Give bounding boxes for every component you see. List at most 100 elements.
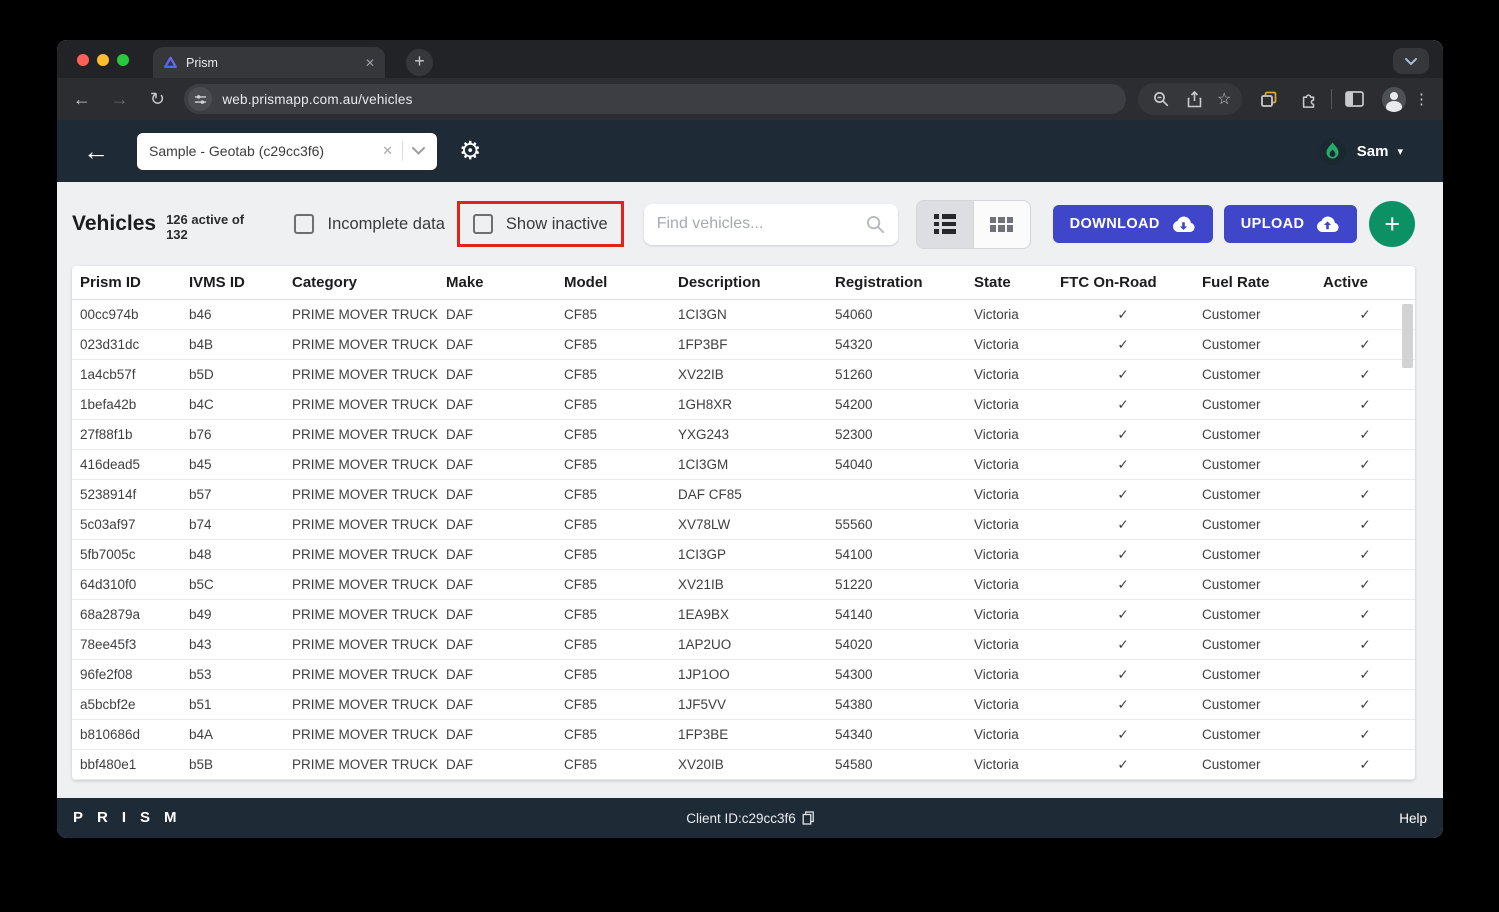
user-menu[interactable]: Sam ▾ [1319, 138, 1403, 165]
table-scrollbar[interactable] [1402, 304, 1413, 368]
column-header-active[interactable]: Active [1315, 266, 1415, 299]
browser-tab-prism[interactable]: Prism ✕ [153, 47, 385, 78]
cell-fuel_rate: Customer [1194, 420, 1315, 449]
cell-state: Victoria [966, 540, 1052, 569]
upload-button[interactable]: UPLOAD [1224, 205, 1358, 243]
table-row[interactable]: 5fb7005cb48PRIME MOVER TRUCKDAFCF851CI3G… [72, 540, 1415, 570]
extensions-puzzle-icon[interactable] [1297, 87, 1321, 111]
address-bar[interactable]: web.prismapp.com.au/vehicles [184, 84, 1126, 114]
table-body: 00cc974bb46PRIME MOVER TRUCKDAFCF851CI3G… [72, 300, 1415, 780]
app-back-icon[interactable]: ← [83, 138, 109, 164]
show-inactive-checkbox[interactable] [473, 214, 493, 234]
selector-chevron-icon[interactable] [412, 147, 425, 155]
column-header-model[interactable]: Model [556, 266, 670, 299]
table-row[interactable]: 96fe2f08b53PRIME MOVER TRUCKDAFCF851JP1O… [72, 660, 1415, 690]
table-row[interactable]: 64d310f0b5CPRIME MOVER TRUCKDAFCF85XV21I… [72, 570, 1415, 600]
table-row[interactable]: b810686db4APRIME MOVER TRUCKDAFCF851FP3B… [72, 720, 1415, 750]
table-row[interactable]: 68a2879ab49PRIME MOVER TRUCKDAFCF851EA9B… [72, 600, 1415, 630]
close-window-button[interactable] [77, 54, 89, 66]
cell-registration: 54020 [827, 630, 966, 659]
zoom-icon[interactable] [1149, 87, 1173, 111]
column-header-state[interactable]: State [966, 266, 1052, 299]
cell-category: PRIME MOVER TRUCK [284, 540, 438, 569]
new-tab-button[interactable]: + [406, 49, 433, 76]
column-header-ivms_id[interactable]: IVMS ID [181, 266, 284, 299]
grid-view-button[interactable] [974, 201, 1030, 248]
cell-fuel_rate: Customer [1194, 450, 1315, 479]
cell-fuel_rate: Customer [1194, 570, 1315, 599]
side-panel-icon[interactable] [1342, 87, 1366, 111]
tab-close-icon[interactable]: ✕ [365, 56, 375, 70]
brand-letter: P [73, 809, 83, 826]
column-header-ftc_on_road[interactable]: FTC On-Road [1052, 266, 1194, 299]
copy-icon[interactable] [802, 811, 814, 825]
column-header-prism_id[interactable]: Prism ID [72, 266, 181, 299]
incomplete-data-checkbox-group[interactable]: Incomplete data [294, 214, 444, 234]
forward-icon[interactable]: → [107, 89, 133, 110]
table-row[interactable]: 78ee45f3b43PRIME MOVER TRUCKDAFCF851AP2U… [72, 630, 1415, 660]
back-icon[interactable]: ← [69, 89, 95, 110]
table-row[interactable]: 5238914fb57PRIME MOVER TRUCKDAFCF85DAF C… [72, 480, 1415, 510]
cell-prism_id: 96fe2f08 [72, 660, 181, 689]
upload-label: UPLOAD [1241, 216, 1305, 232]
tab-organize-icon[interactable] [1258, 87, 1282, 111]
column-header-registration[interactable]: Registration [827, 266, 966, 299]
cell-model: CF85 [556, 600, 670, 629]
cell-ivms_id: b5B [181, 750, 284, 779]
cell-category: PRIME MOVER TRUCK [284, 720, 438, 749]
cell-fuel_rate: Customer [1194, 600, 1315, 629]
table-row[interactable]: a5bcbf2eb51PRIME MOVER TRUCKDAFCF851JF5V… [72, 690, 1415, 720]
cell-state: Victoria [966, 390, 1052, 419]
cell-registration: 52300 [827, 420, 966, 449]
table-row[interactable]: 5c03af97b74PRIME MOVER TRUCKDAFCF85XV78L… [72, 510, 1415, 540]
share-icon[interactable] [1183, 87, 1207, 111]
cell-registration: 54380 [827, 690, 966, 719]
column-header-fuel_rate[interactable]: Fuel Rate [1194, 266, 1315, 299]
client-selector[interactable]: Sample - Geotab (c29cc3f6) ✕ [137, 133, 437, 170]
cell-prism_id: 5fb7005c [72, 540, 181, 569]
settings-gear-icon[interactable]: ⚙ [459, 136, 481, 166]
add-vehicle-button[interactable]: + [1369, 201, 1415, 247]
cell-model: CF85 [556, 720, 670, 749]
cell-ivms_id: b43 [181, 630, 284, 659]
table-row[interactable]: 023d31dcb4BPRIME MOVER TRUCKDAFCF851FP3B… [72, 330, 1415, 360]
table-row[interactable]: 1befa42bb4CPRIME MOVER TRUCKDAFCF851GH8X… [72, 390, 1415, 420]
table-row[interactable]: 00cc974bb46PRIME MOVER TRUCKDAFCF851CI3G… [72, 300, 1415, 330]
clear-selection-icon[interactable]: ✕ [382, 143, 393, 159]
column-header-description[interactable]: Description [670, 266, 827, 299]
cell-prism_id: 64d310f0 [72, 570, 181, 599]
client-id-text: Client ID:c29cc3f6 [686, 811, 796, 826]
cell-make: DAF [438, 570, 556, 599]
table-row[interactable]: bbf480e1b5BPRIME MOVER TRUCKDAFCF85XV20I… [72, 750, 1415, 780]
reload-icon[interactable]: ↻ [145, 89, 171, 110]
cell-state: Victoria [966, 360, 1052, 389]
vehicle-search[interactable] [644, 204, 898, 245]
show-inactive-checkbox-group[interactable]: Show inactive [473, 214, 608, 234]
maximize-window-button[interactable] [117, 54, 129, 66]
list-view-button[interactable] [917, 201, 974, 248]
download-button[interactable]: DOWNLOAD [1053, 205, 1213, 243]
profile-avatar-icon[interactable] [1382, 87, 1406, 111]
cell-model: CF85 [556, 420, 670, 449]
cell-ivms_id: b5D [181, 360, 284, 389]
table-row[interactable]: 1a4cb57fb5DPRIME MOVER TRUCKDAFCF85XV22I… [72, 360, 1415, 390]
help-link[interactable]: Help [1399, 811, 1427, 826]
site-info-icon[interactable] [188, 87, 212, 111]
user-caret-icon: ▾ [1397, 145, 1403, 158]
table-row[interactable]: 27f88f1bb76PRIME MOVER TRUCKDAFCF85YXG24… [72, 420, 1415, 450]
cell-active: ✓ [1315, 480, 1415, 509]
column-header-make[interactable]: Make [438, 266, 556, 299]
minimize-window-button[interactable] [97, 54, 109, 66]
cell-description: XV22IB [670, 360, 827, 389]
incomplete-data-checkbox[interactable] [294, 214, 314, 234]
cell-state: Victoria [966, 480, 1052, 509]
search-input[interactable] [657, 215, 866, 233]
table-row[interactable]: 416dead5b45PRIME MOVER TRUCKDAFCF851CI3G… [72, 450, 1415, 480]
bookmark-star-icon[interactable]: ☆ [1217, 89, 1231, 109]
column-header-category[interactable]: Category [284, 266, 438, 299]
brand-letter: M [164, 809, 177, 826]
cell-ftc_on_road: ✓ [1052, 390, 1194, 419]
cell-make: DAF [438, 720, 556, 749]
browser-menu-icon[interactable]: ⋮ [1414, 90, 1429, 108]
tab-search-button[interactable] [1393, 48, 1429, 74]
